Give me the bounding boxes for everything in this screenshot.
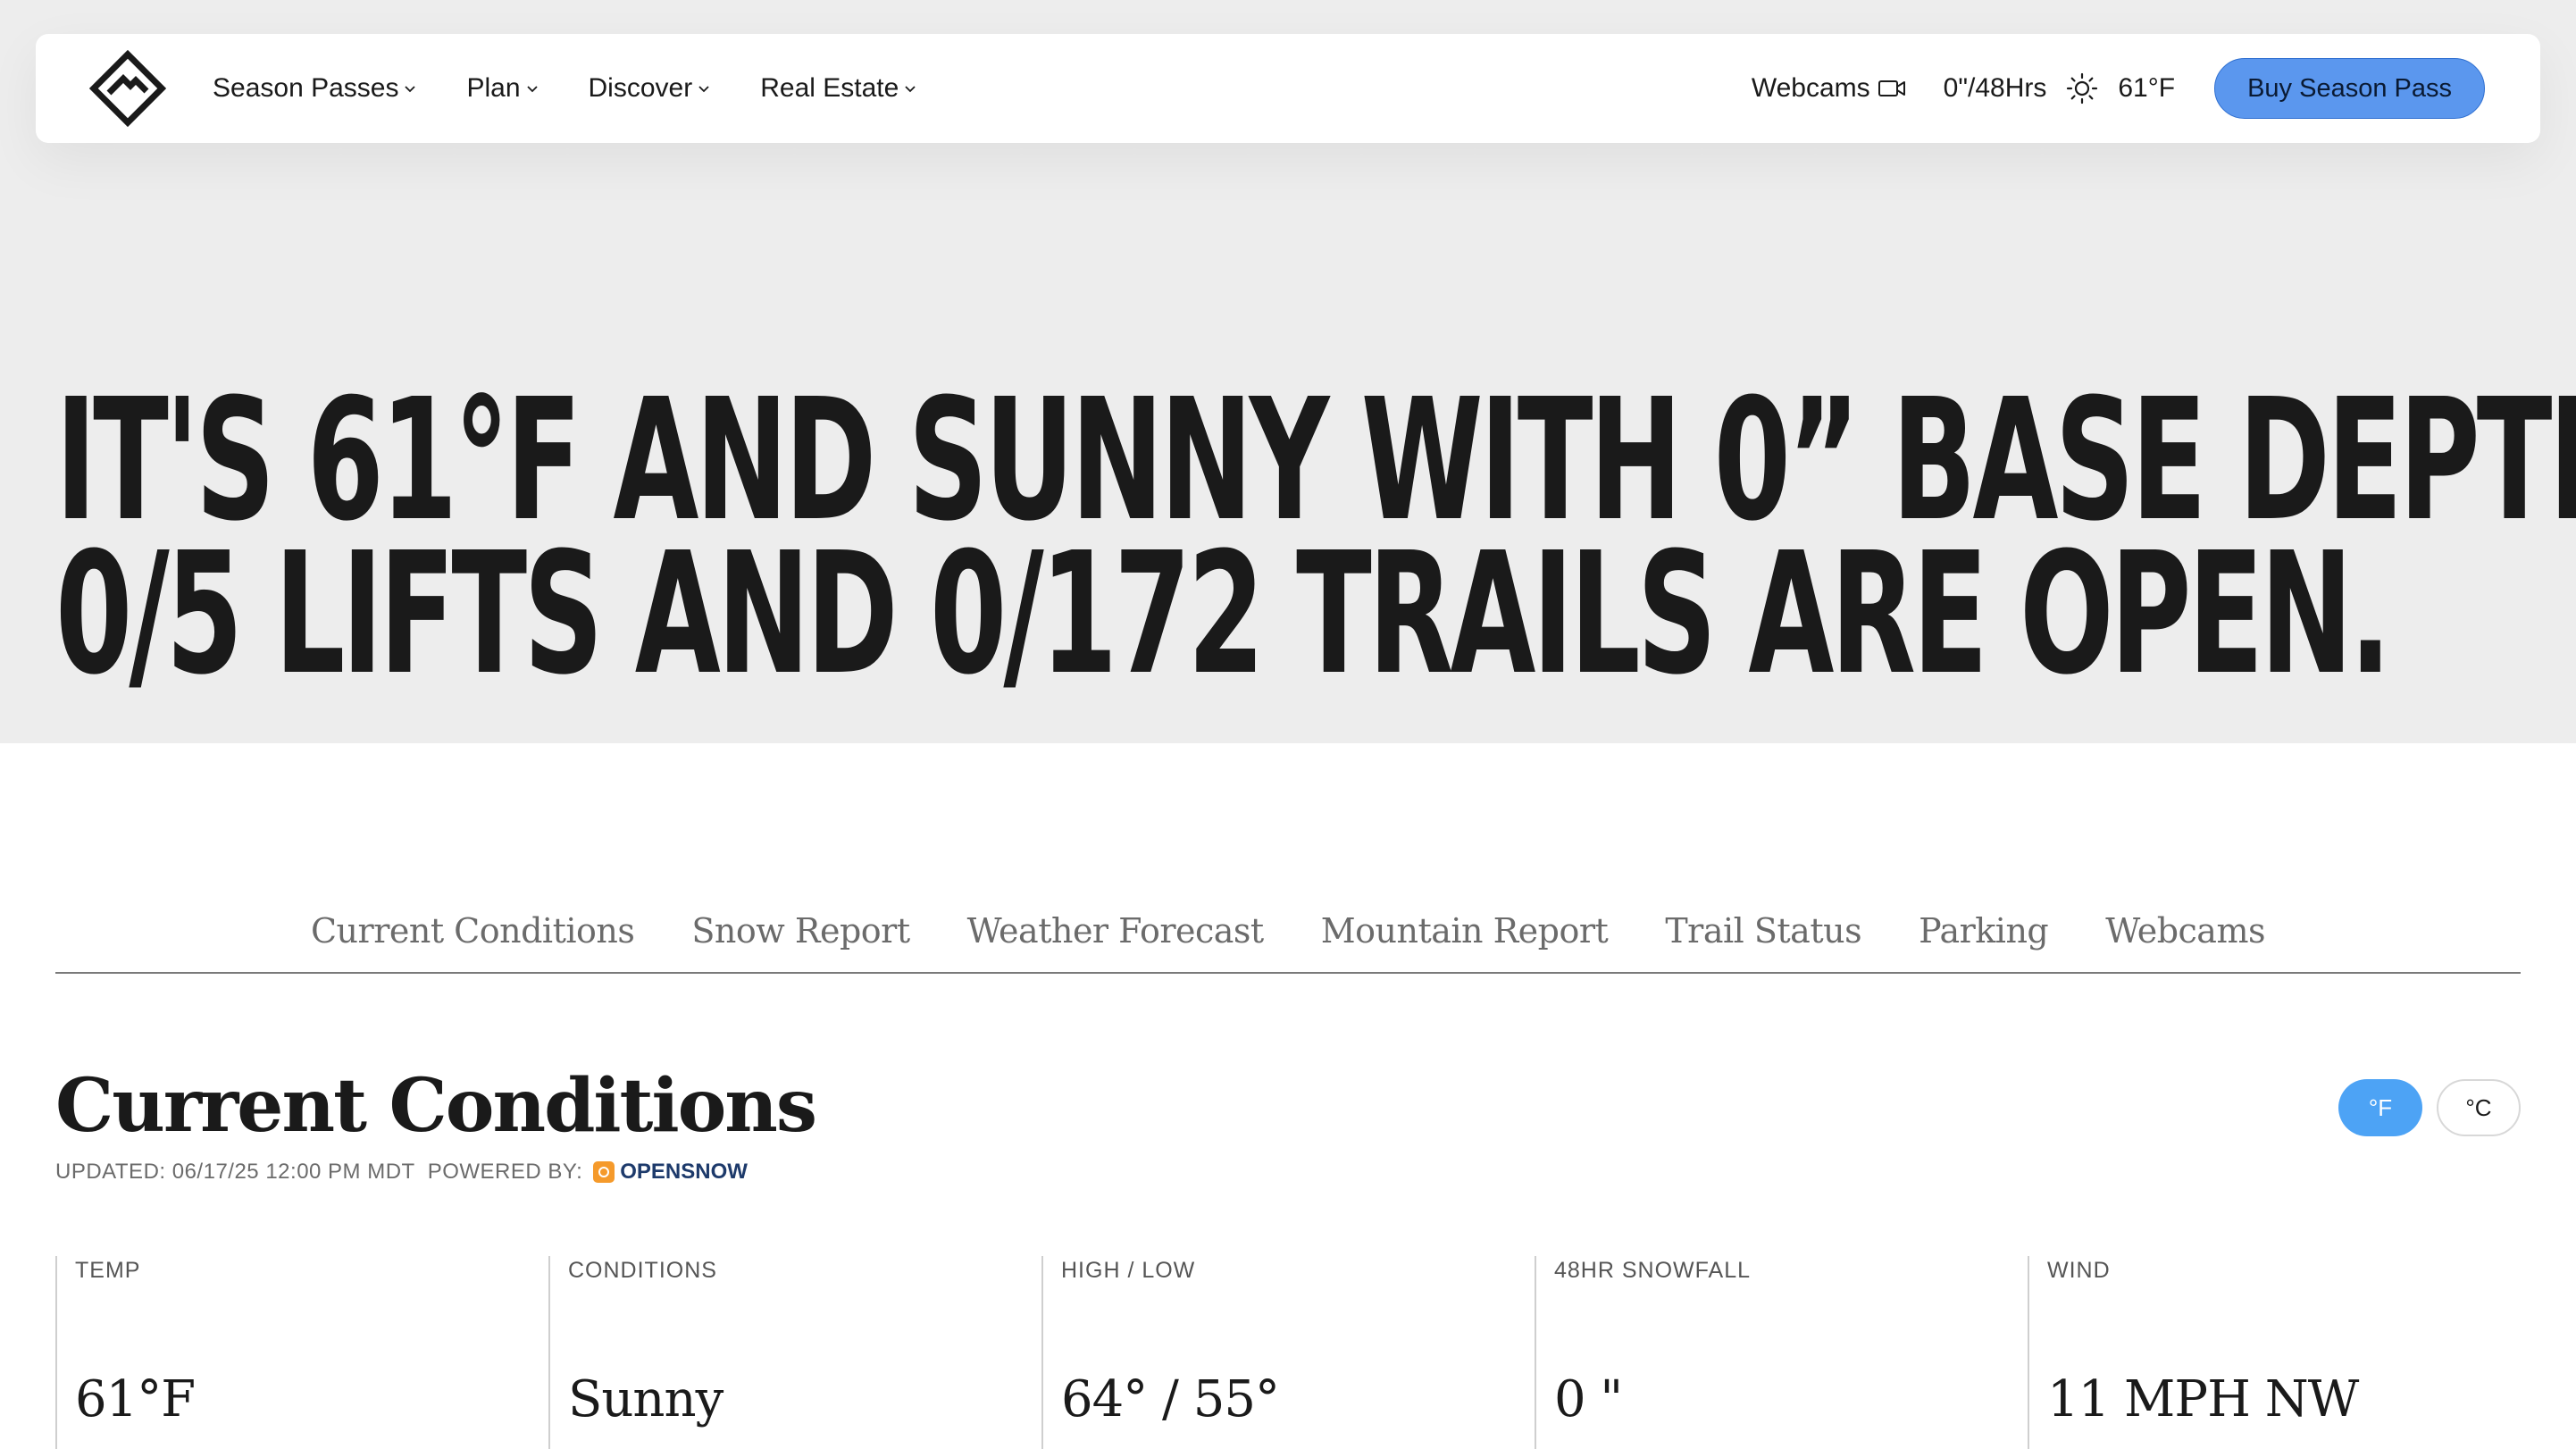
chevron-down-icon — [405, 86, 416, 93]
stat-label: TEMP — [75, 1258, 141, 1283]
stat-value: 0 " — [1554, 1370, 1623, 1428]
stat-temp: TEMP 61°F — [55, 1256, 548, 1449]
tab-webcams[interactable]: Webcams — [2105, 911, 2265, 951]
nav-real-estate[interactable]: Real Estate — [760, 73, 916, 104]
section-title: Current Conditions — [55, 1063, 817, 1149]
nav-season-passes[interactable]: Season Passes — [213, 73, 416, 104]
tab-trail-status[interactable]: Trail Status — [1665, 911, 1861, 951]
updated-timestamp: UPDATED: 06/17/25 12:00 PM MDT — [55, 1160, 415, 1184]
conditions-tabs: Current Conditions Snow Report Weather F… — [55, 911, 2521, 974]
current-temp-stat[interactable]: 61°F — [2118, 73, 2175, 104]
chevron-down-icon — [905, 86, 916, 93]
headline-line-1: It's 61°F and sunny with 0” base depth. — [55, 363, 2576, 558]
mountain-logo-icon[interactable] — [88, 49, 167, 128]
top-navbar: Season Passes Plan Discover Real Estate … — [36, 34, 2540, 143]
stat-value: 11 MPH NW — [2047, 1370, 2359, 1428]
video-camera-icon — [1878, 80, 1905, 96]
stat-label: WIND — [2047, 1258, 2111, 1283]
conditions-headline: It's 61°F and sunny with 0” base depth. … — [55, 363, 2576, 712]
tab-current-conditions[interactable]: Current Conditions — [311, 911, 635, 951]
tab-mountain-report[interactable]: Mountain Report — [1321, 911, 1609, 951]
nav-discover[interactable]: Discover — [589, 73, 711, 104]
stat-value: 64° / 55° — [1061, 1370, 1280, 1428]
stat-value: Sunny — [568, 1370, 723, 1428]
nav-plan[interactable]: Plan — [466, 73, 538, 104]
headline-line-2: 0/5 lifts and 0/172 trails are open. — [55, 516, 2391, 712]
webcams-link[interactable]: Webcams — [1752, 73, 1906, 104]
stat-value: 61°F — [75, 1370, 196, 1428]
nav-item-label: Plan — [466, 73, 521, 103]
updated-info: UPDATED: 06/17/25 12:00 PM MDT POWERED B… — [55, 1160, 748, 1185]
opensnow-icon — [593, 1161, 615, 1183]
hero-section: Season Passes Plan Discover Real Estate … — [0, 0, 2576, 743]
unit-fahrenheit-button[interactable]: °F — [2338, 1079, 2422, 1136]
unit-celsius-button[interactable]: °C — [2437, 1079, 2521, 1136]
stat-wind: WIND 11 MPH NW — [2028, 1256, 2521, 1449]
buy-season-pass-button[interactable]: Buy Season Pass — [2214, 58, 2485, 119]
conditions-stats: TEMP 61°F CONDITIONS Sunny HIGH / LOW 64… — [55, 1256, 2521, 1449]
unit-toggle: °F °C — [2324, 1079, 2521, 1136]
webcams-label: Webcams — [1751, 73, 1870, 103]
stat-48hr-snowfall: 48HR SNOWFALL 0 " — [1535, 1256, 2028, 1449]
stat-label: 48HR SNOWFALL — [1554, 1258, 1752, 1283]
powered-by-label: POWERED BY: — [427, 1160, 583, 1184]
chevron-down-icon — [698, 86, 709, 93]
tab-snow-report[interactable]: Snow Report — [691, 911, 910, 951]
snowfall-48hr-stat[interactable]: 0"/48Hrs — [1944, 73, 2047, 104]
tab-weather-forecast[interactable]: Weather Forecast — [967, 911, 1265, 951]
stat-label: CONDITIONS — [568, 1258, 717, 1283]
opensnow-wordmark: OPENSNOW — [620, 1160, 748, 1184]
opensnow-logo[interactable]: OPENSNOW — [593, 1160, 748, 1185]
sun-icon — [2067, 72, 2098, 105]
nav-utility-bar: Webcams 0"/48Hrs 61°F Buy Season Pass — [1752, 34, 2485, 143]
chevron-down-icon — [526, 86, 538, 93]
nav-item-label: Season Passes — [213, 73, 399, 103]
main-nav-menu: Season Passes Plan Discover Real Estate — [213, 34, 966, 143]
stat-high-low: HIGH / LOW 64° / 55° — [1041, 1256, 1535, 1449]
stat-label: HIGH / LOW — [1061, 1258, 1196, 1283]
nav-item-label: Discover — [588, 73, 693, 103]
nav-item-label: Real Estate — [760, 73, 899, 103]
tab-parking[interactable]: Parking — [1919, 911, 2049, 951]
stat-conditions: CONDITIONS Sunny — [548, 1256, 1041, 1449]
